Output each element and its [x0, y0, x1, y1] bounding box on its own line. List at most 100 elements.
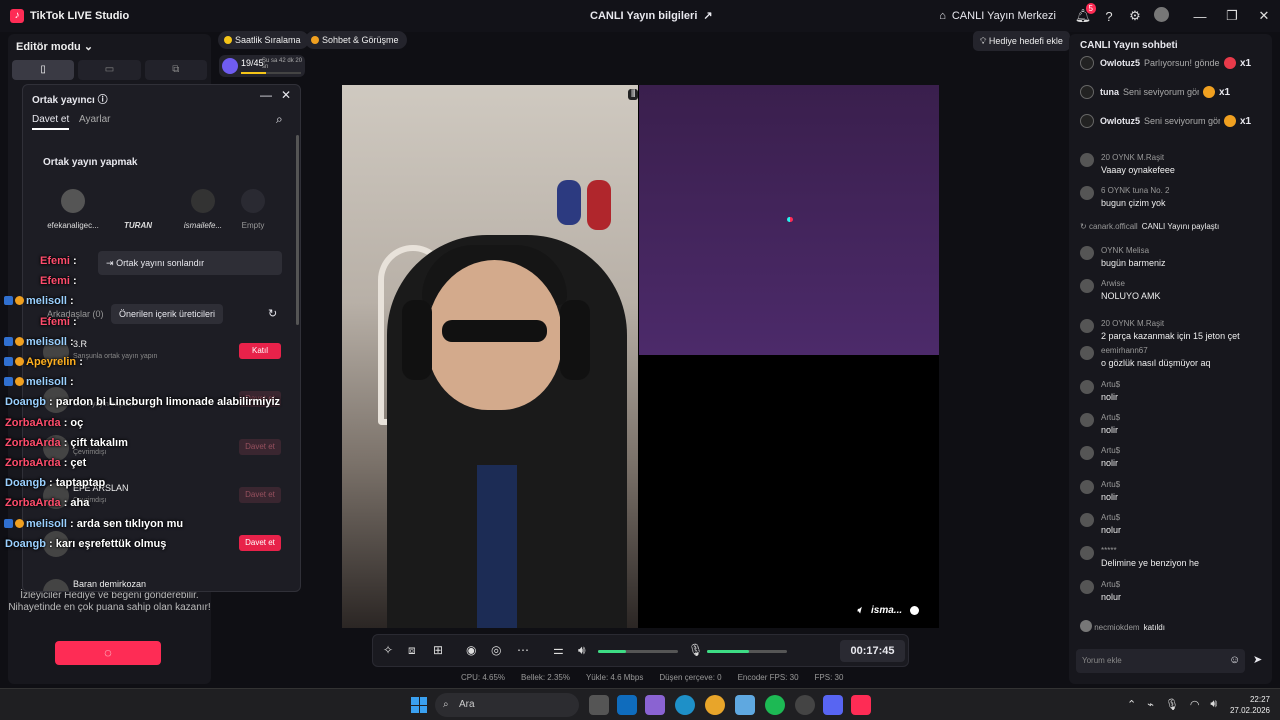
invite-button[interactable]: Davet et: [239, 487, 281, 503]
clock[interactable]: 22:27 27.02.2026: [1228, 694, 1270, 716]
maximize-button[interactable]: ❐: [1216, 8, 1248, 24]
effects-icon[interactable]: ⧈: [408, 643, 416, 658]
exit-icon: ⇥: [106, 258, 114, 268]
cpu-stat: CPU: 4.65%: [461, 673, 506, 682]
network-icon[interactable]: ⌁: [1147, 698, 1154, 711]
level-icon: [15, 377, 24, 387]
live-info-button[interactable]: CANLI Yayın bilgileri ↗: [590, 9, 713, 23]
avatar: [1080, 319, 1094, 333]
overlay-chat-line: melisoll :: [4, 336, 74, 348]
join-event: necmiokdem katıldı: [1080, 620, 1270, 632]
orientation-switch: ▯ ▭ ⧉: [12, 60, 207, 80]
magic-wand-icon[interactable]: ✧: [383, 643, 393, 657]
minimize-button[interactable]: —: [1184, 9, 1216, 24]
tab-settings[interactable]: Ayarlar: [79, 114, 111, 125]
chat-user: Arwise: [1101, 279, 1126, 288]
overlay-chat-user: melisoll: [26, 295, 67, 308]
more-icon[interactable]: ⋯: [517, 643, 529, 657]
landscape-button[interactable]: ▭: [78, 60, 141, 80]
chat-meet-chip[interactable]: Sohbet & Görüşme: [305, 31, 407, 49]
volume-icon[interactable]: 🔊︎: [1210, 698, 1217, 711]
chat-text: o gözlük nasıl düşmüyor aq: [1101, 358, 1211, 368]
help-icon[interactable]: ?: [1096, 9, 1122, 24]
goal-progress-chip[interactable]: 19/45 Şu sa 42 dk 20 sn: [219, 55, 305, 77]
notification-badge: 5: [1085, 3, 1096, 14]
microphone-icon[interactable]: 🎙︎: [1165, 698, 1179, 711]
gift-icon: [1203, 86, 1215, 98]
chat-user: Artu$: [1101, 446, 1121, 455]
comment-input[interactable]: Yorum ekle: [1076, 649, 1245, 673]
discord-icon[interactable]: [823, 695, 843, 715]
invite-button[interactable]: Davet et: [239, 535, 281, 551]
join-text: katıldı: [1143, 623, 1165, 632]
chat-user: 20 OYNK M.Raşit: [1101, 319, 1165, 328]
microphone-icon[interactable]: 🎙︎: [688, 643, 703, 657]
overlay-chat-line: Doangb : pardon bi Lincburgh limonade al…: [5, 396, 280, 408]
editor-mode-dropdown[interactable]: Editör modu ⌄: [16, 40, 93, 53]
chrome-icon[interactable]: [705, 695, 725, 715]
empty-slot: [639, 355, 939, 628]
record-icon[interactable]: ◉: [466, 643, 476, 657]
overlay-chat-text: :: [70, 295, 74, 308]
tiktok-studio-icon[interactable]: [851, 695, 871, 715]
goal-progress-bar: [241, 72, 301, 74]
windows-start-icon[interactable]: [411, 697, 427, 713]
avatar: [1080, 620, 1092, 632]
volume-icon[interactable]: 🔈︎: [857, 605, 863, 616]
overlay-chat-text: : çet: [63, 457, 87, 469]
spotify-icon[interactable]: [765, 695, 785, 715]
chat-text: NOLUYO AMK: [1101, 291, 1161, 301]
settings-app-icon[interactable]: [735, 695, 755, 715]
split-layout-icon[interactable]: ⦀: [628, 89, 639, 100]
invite-button[interactable]: Katıl: [239, 343, 281, 359]
panel-close-button[interactable]: ✕: [281, 88, 291, 102]
profile-avatar[interactable]: [1148, 7, 1174, 25]
panel-minimize-button[interactable]: —: [260, 88, 272, 102]
screenshot-icon[interactable]: ◎: [491, 643, 501, 657]
gear-icon[interactable]: ⚙: [1122, 8, 1148, 24]
cohost-slot[interactable]: TURAN: [105, 189, 171, 230]
edge-icon[interactable]: [675, 695, 695, 715]
taskbar-search-input[interactable]: ⌕ Ara: [435, 693, 579, 717]
overlay-chat-user: Doangb: [5, 396, 46, 409]
settings-sliders-icon[interactable]: ⚌: [553, 643, 564, 657]
wifi-icon[interactable]: ◠: [1190, 698, 1200, 711]
copilot-icon[interactable]: [645, 695, 665, 715]
invite-button[interactable]: Davet et: [239, 439, 281, 455]
portrait-button[interactable]: ▯: [12, 60, 75, 80]
refresh-icon[interactable]: ↻: [268, 307, 277, 320]
dual-button[interactable]: ⧉: [144, 60, 207, 80]
leftbar-note: İzleyiciler Hediye ve beğeni gönderebili…: [8, 590, 211, 613]
overlay-chat-line: Doangb : karı eşrefettük olmuş: [5, 538, 166, 550]
send-icon[interactable]: ➤: [1253, 653, 1262, 666]
search-icon[interactable]: ⌕: [276, 112, 283, 127]
overlay-chat-user: melisoll: [26, 376, 67, 389]
end-cohost-button[interactable]: ⇥ Ortak yayını sonlandır: [98, 251, 282, 275]
speaker-icon[interactable]: 🔊︎: [578, 643, 586, 658]
add-source-icon[interactable]: ⊞: [433, 643, 443, 657]
tab-invite[interactable]: Davet et: [32, 114, 70, 130]
outlook-icon[interactable]: [617, 695, 637, 715]
close-button[interactable]: ✕: [1248, 8, 1280, 24]
cohost-slot-empty[interactable]: Empty: [220, 189, 286, 230]
app-icon[interactable]: [795, 695, 815, 715]
tab-suggested[interactable]: Önerilen içerik üreticileri: [111, 304, 224, 324]
video-preview[interactable]: ⦀ 🔈︎ isma...: [342, 85, 939, 628]
hourly-ranking-chip[interactable]: Saatlik Sıralama: [218, 31, 309, 49]
bell-icon[interactable]: 🔔︎ 5: [1070, 3, 1096, 24]
chat-text: 2 parça kazanmak için 15 jeton çet: [1101, 331, 1240, 341]
speaker-volume-slider[interactable]: [598, 650, 678, 653]
loading-spinner-icon: ◌: [104, 645, 112, 660]
scrollbar[interactable]: [296, 135, 299, 325]
live-center-button[interactable]: ⌂ CANLI Yayın Merkezi: [939, 10, 1056, 22]
gift-goal-button[interactable]: 💡︎ Hediye hedefi ekle: [973, 31, 1070, 51]
emoji-icon[interactable]: ☺: [1229, 654, 1240, 666]
mic-volume-slider[interactable]: [707, 650, 787, 653]
chevron-up-icon[interactable]: ⌃: [1127, 698, 1136, 711]
badge-icon: [4, 336, 13, 346]
file-explorer-icon[interactable]: [589, 695, 609, 715]
loading-button[interactable]: ◌: [55, 641, 161, 665]
loading-icon: [787, 217, 793, 222]
cohost-slot[interactable]: efekanaligec...: [40, 189, 106, 230]
chat-user: 20 OYNK M.Raşit: [1101, 153, 1165, 162]
